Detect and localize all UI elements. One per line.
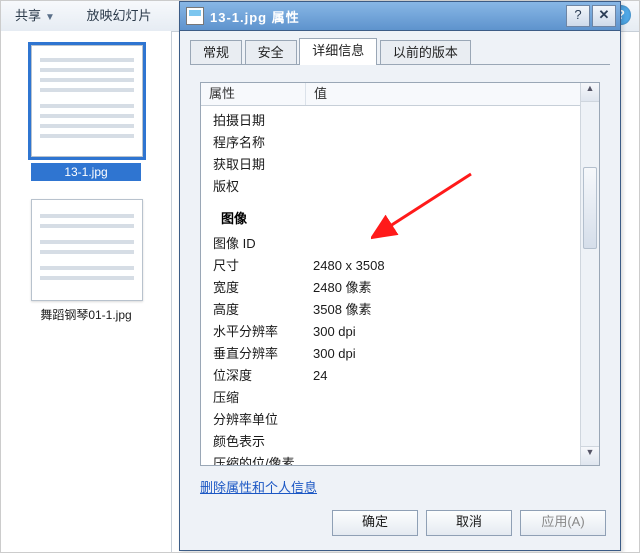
tab-general[interactable]: 常规 [190, 40, 242, 65]
prop-row[interactable]: 程序名称 [213, 132, 581, 154]
toolbar-slideshow[interactable]: 放映幻灯片 [73, 1, 166, 31]
scroll-up-button[interactable]: ▲ [581, 83, 599, 102]
prop-row[interactable]: 拍摄日期 [213, 110, 581, 132]
prop-row[interactable]: 获取日期 [213, 154, 581, 176]
ok-button[interactable]: 确定 [332, 510, 418, 536]
dialog-title: 13-1.jpg 属性 [210, 7, 300, 26]
prop-row[interactable]: 垂直分辨率300 dpi [213, 343, 581, 365]
header-property: 属性 [201, 83, 306, 105]
dialog-tabs: 常规 安全 详细信息 以前的版本 [190, 38, 610, 64]
prop-row[interactable]: 版权 [213, 176, 581, 198]
thumbnail-preview [31, 45, 143, 157]
header-value: 值 [306, 83, 581, 105]
details-scrollbar[interactable]: ▲ ▼ [580, 83, 599, 465]
thumbnail-item[interactable]: 舞蹈钢琴01-1.jpg [31, 199, 141, 323]
toolbar-share-label: 共享 [15, 8, 41, 23]
thumbnail-pane: 13-1.jpg 舞蹈钢琴01-1.jpg [1, 31, 172, 552]
prop-row[interactable]: 位深度24 [213, 365, 581, 387]
tab-security[interactable]: 安全 [245, 40, 297, 65]
chevron-down-icon: ▼ [45, 12, 55, 23]
prop-row-dimensions[interactable]: 尺寸2480 x 3508 [213, 255, 581, 277]
thumbnail-caption: 13-1.jpg [31, 163, 141, 181]
tab-previous-versions[interactable]: 以前的版本 [380, 40, 471, 65]
toolbar-share[interactable]: 共享 ▼ [1, 1, 69, 31]
image-file-icon [186, 7, 204, 25]
scroll-thumb[interactable] [583, 167, 597, 249]
dialog-body: 常规 安全 详细信息 以前的版本 属性 值 拍摄日期 程序名称 获取日期 版 [190, 38, 610, 506]
toolbar-slideshow-label: 放映幻灯片 [87, 8, 152, 23]
prop-row[interactable]: 宽度2480 像素 [213, 277, 581, 299]
remove-properties-link[interactable]: 删除属性和个人信息 [200, 477, 317, 496]
dialog-titlebar[interactable]: 13-1.jpg 属性 ? ✕ [180, 2, 620, 31]
scroll-down-button[interactable]: ▼ [581, 446, 599, 465]
prop-row[interactable]: 压缩的位/像素 [213, 453, 581, 465]
thumbnail-item[interactable]: 13-1.jpg [31, 45, 141, 181]
details-list: 属性 值 拍摄日期 程序名称 获取日期 版权 图像 图像 ID 尺寸2480 x… [200, 82, 600, 466]
prop-row[interactable]: 图像 ID [213, 233, 581, 255]
details-header: 属性 值 [201, 83, 581, 106]
prop-row[interactable]: 颜色表示 [213, 431, 581, 453]
cancel-button[interactable]: 取消 [426, 510, 512, 536]
prop-row[interactable]: 分辨率单位 [213, 409, 581, 431]
thumbnail-caption: 舞蹈钢琴01-1.jpg [31, 307, 141, 323]
prop-row[interactable]: 水平分辨率300 dpi [213, 321, 581, 343]
window-help-button[interactable]: ? [566, 5, 590, 27]
dialog-button-row: 确定 取消 应用(A) [324, 510, 606, 540]
apply-button[interactable]: 应用(A) [520, 510, 606, 536]
remove-properties-link-text: 删除属性和个人信息 [200, 480, 317, 495]
thumbnail-preview [31, 199, 143, 301]
prop-row[interactable]: 高度3508 像素 [213, 299, 581, 321]
window-close-button[interactable]: ✕ [592, 5, 616, 27]
section-image: 图像 [221, 208, 581, 227]
tab-details[interactable]: 详细信息 [299, 38, 377, 65]
prop-row[interactable]: 压缩 [213, 387, 581, 409]
properties-dialog: 13-1.jpg 属性 ? ✕ 常规 安全 详细信息 以前的版本 属性 值 [179, 1, 621, 551]
